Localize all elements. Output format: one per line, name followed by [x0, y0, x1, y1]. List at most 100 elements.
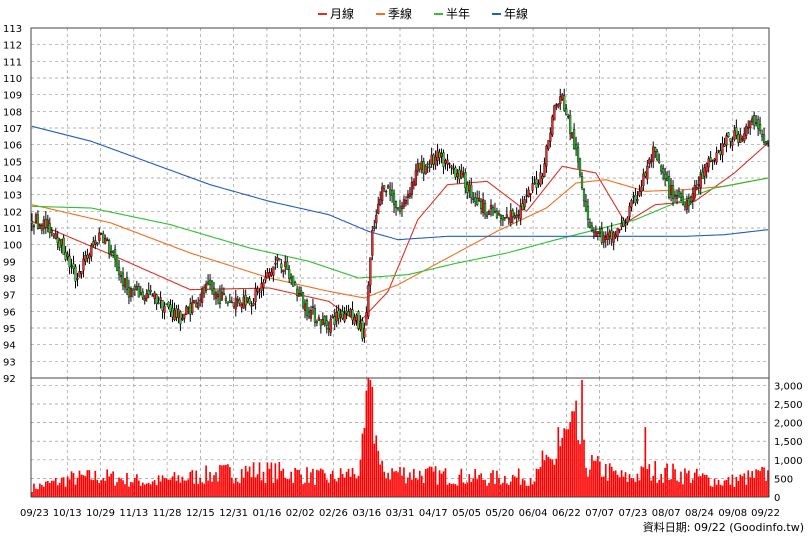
candle-down: [563, 95, 566, 111]
volume-bar: [573, 411, 575, 497]
candle-up: [363, 328, 366, 338]
volume-bar: [652, 475, 655, 497]
candle-up: [266, 272, 269, 279]
volume-bar: [298, 469, 300, 497]
volume-bar: [149, 484, 152, 497]
volume-bar: [389, 479, 391, 497]
candle-down: [208, 279, 212, 285]
candle-up: [343, 313, 346, 322]
candle-down: [141, 291, 144, 298]
volume-bar: [409, 472, 411, 497]
volume-bar: [422, 483, 425, 497]
volume-bar: [205, 465, 207, 497]
candle-up: [129, 287, 133, 297]
volume-bar: [88, 470, 91, 497]
volume-tick-label: 2,500: [774, 400, 803, 411]
chart-background: [0, 0, 808, 540]
volume-bar: [62, 477, 65, 497]
candle-up: [515, 215, 518, 218]
volume-bar: [480, 473, 482, 497]
candle-down: [389, 189, 392, 195]
volume-bar: [434, 466, 437, 497]
volume-bar: [341, 473, 344, 497]
volume-bar: [375, 435, 378, 497]
volume-bar: [666, 463, 668, 497]
candle-down: [662, 168, 665, 174]
candle-up: [505, 214, 508, 218]
candle-up: [385, 190, 388, 193]
candle-up: [98, 232, 101, 241]
candle-up: [456, 173, 459, 177]
volume-bar: [757, 470, 759, 497]
volume-bar: [264, 483, 267, 497]
candle-down: [36, 214, 40, 229]
volume-bar: [749, 477, 752, 497]
candle-down: [347, 311, 350, 316]
candle-up: [191, 302, 194, 313]
volume-bar: [565, 429, 568, 497]
volume-bar: [296, 469, 298, 497]
volume-bar: [751, 471, 754, 497]
volume-bar: [256, 474, 259, 497]
volume-bar: [163, 478, 166, 497]
date-tick-label: 12/31: [219, 508, 248, 519]
candle-up: [339, 314, 342, 318]
volume-bar: [436, 484, 439, 497]
candle-down: [155, 294, 158, 304]
candle-down: [573, 129, 576, 149]
candle-down: [232, 302, 235, 307]
candle-up: [614, 234, 617, 238]
date-tick-label: 06/04: [519, 508, 548, 519]
volume-bar: [373, 443, 376, 497]
volume-bar: [167, 479, 170, 497]
candle-up: [675, 194, 679, 199]
volume-bar: [385, 478, 387, 497]
volume-bar: [458, 474, 461, 497]
candle-up: [733, 130, 736, 140]
candle-up: [468, 184, 471, 192]
volume-bar: [294, 468, 296, 497]
volume-bar: [539, 467, 542, 497]
candle-up: [50, 229, 53, 233]
candle-up: [282, 269, 285, 273]
candle-down: [634, 194, 637, 203]
candle-up: [193, 299, 196, 303]
volume-bar: [466, 482, 469, 497]
candle-up: [695, 187, 698, 190]
volume-bar: [688, 470, 690, 497]
candle-up: [46, 219, 49, 226]
volume-bar: [593, 460, 595, 497]
volume-bar: [606, 480, 609, 497]
volume-bar: [272, 482, 275, 497]
candle-down: [258, 291, 261, 294]
candle-up: [272, 266, 275, 276]
volume-bar: [723, 480, 726, 497]
volume-bar: [335, 481, 338, 497]
candle-down: [474, 197, 477, 202]
price-tick-label: 111: [3, 57, 22, 68]
candle-up: [274, 263, 277, 265]
volume-bar: [379, 464, 382, 497]
volume-bar: [697, 476, 700, 497]
candle-down: [432, 154, 435, 165]
candle-up: [153, 292, 156, 299]
volume-bar: [286, 478, 289, 497]
candle-down: [52, 233, 55, 237]
volume-bar: [632, 478, 635, 497]
volume-bar: [165, 478, 168, 497]
volume-bar: [278, 461, 281, 497]
candle-down: [687, 198, 690, 206]
candle-down: [333, 316, 336, 325]
candle-down: [671, 185, 675, 200]
volume-bar: [424, 469, 427, 497]
candle-up: [400, 205, 404, 209]
candle-up: [185, 306, 188, 315]
candle-up: [525, 195, 528, 197]
volume-bar: [393, 471, 395, 497]
volume-bar: [676, 480, 678, 497]
candle-up: [38, 224, 41, 229]
volume-bar: [381, 460, 384, 497]
volume-bar: [759, 471, 761, 497]
candle-up: [367, 284, 370, 317]
volume-bar: [464, 483, 467, 497]
